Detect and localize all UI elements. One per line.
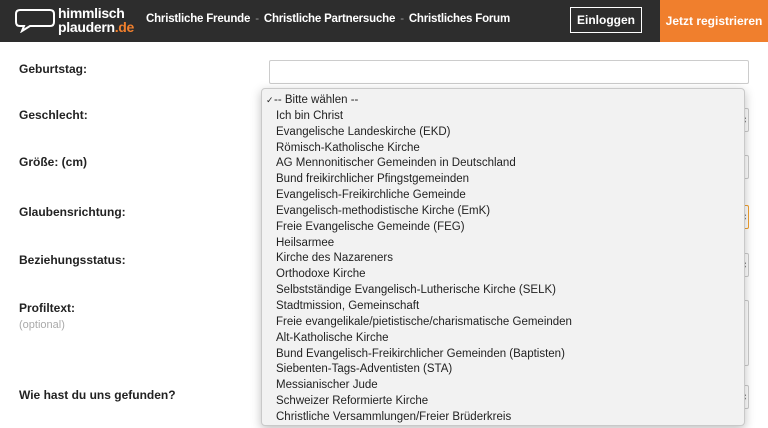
nav-separator: - [255,13,259,25]
option-label: -- Bitte wählen -- [274,94,359,106]
birthday-input[interactable] [269,60,749,84]
dropdown-option[interactable]: Heilsarmee [262,236,744,252]
relationship-label: Beziehungsstatus: [19,253,126,267]
dropdown-option[interactable]: Bund freikirchlicher Pfingstgemeinden [262,172,744,188]
dropdown-option[interactable]: Evangelisch-Freikirchliche Gemeinde [262,188,744,204]
dropdown-option[interactable]: Schweizer Reformierte Kirche [262,394,744,410]
dropdown-option-selected[interactable]: ✓ -- Bitte wählen -- [262,93,744,109]
logo-tld: .de [114,19,135,35]
dropdown-option[interactable]: Freie evangelikale/pietistische/charisma… [262,315,744,331]
gender-label: Geschlecht: [19,108,88,122]
logo-line-2: plaudern [58,19,115,35]
main-nav: Christliche Freunde - Christliche Partners… [146,13,510,25]
nav-christliches-forum[interactable]: Christliches Forum [409,13,510,25]
nav-christliche-partnersuche[interactable]: Christliche Partnersuche [264,13,396,25]
top-navigation-bar: himmlisch plaudern.de Christliche Freund… [0,0,768,42]
dropdown-option[interactable]: Evangelische Landeskirche (EKD) [262,125,744,141]
speech-bubble-icon [15,9,55,33]
dropdown-option[interactable]: Evangelisch-methodistische Kirche (EmK) [262,204,744,220]
site-logo[interactable]: himmlisch plaudern.de [14,4,134,38]
checkmark-icon: ✓ [266,95,274,105]
dropdown-option[interactable]: Christliche Versammlungen/Freier Brüderk… [262,410,744,426]
dropdown-option[interactable]: Kirche des Nazareners [262,251,744,267]
dropdown-option[interactable]: Freie Evangelische Gemeinde (FEG) [262,220,744,236]
dropdown-option[interactable]: Messianischer Jude [262,378,744,394]
birthday-label: Geburtstag: [19,62,88,76]
profile-label: Profiltext: [19,301,76,315]
dropdown-option[interactable]: Siebenten-Tags-Adventisten (STA) [262,362,744,378]
height-label: Größe: (cm) [19,155,88,169]
dropdown-option[interactable]: AG Mennonitischer Gemeinden in Deutschla… [262,156,744,172]
faith-dropdown-menu: ✓ -- Bitte wählen -- Ich bin Christ Evang… [261,88,745,426]
dropdown-option[interactable]: Alt-Katholische Kirche [262,331,744,347]
register-button[interactable]: Jetzt registrieren [660,0,768,42]
dropdown-option[interactable]: Selbstständige Evangelisch-Lutherische K… [262,283,744,299]
faith-label: Glaubensrichtung: [19,205,126,219]
dropdown-option[interactable]: Orthodoxe Kirche [262,267,744,283]
logo-line-1: himmlisch [58,5,125,21]
found-us-label: Wie hast du uns gefunden? [19,388,176,402]
dropdown-option[interactable]: Römisch-Katholische Kirche [262,141,744,157]
profile-optional-hint: (optional) [19,319,65,331]
nav-separator: - [400,13,404,25]
dropdown-option[interactable]: Ich bin Christ [262,109,744,125]
dropdown-option[interactable]: Stadtmission, Gemeinschaft [262,299,744,315]
login-button[interactable]: Einloggen [570,7,642,33]
nav-christliche-freunde[interactable]: Christliche Freunde [146,13,250,25]
dropdown-option[interactable]: Bund Evangelisch-Freikirchlicher Gemeind… [262,347,744,363]
